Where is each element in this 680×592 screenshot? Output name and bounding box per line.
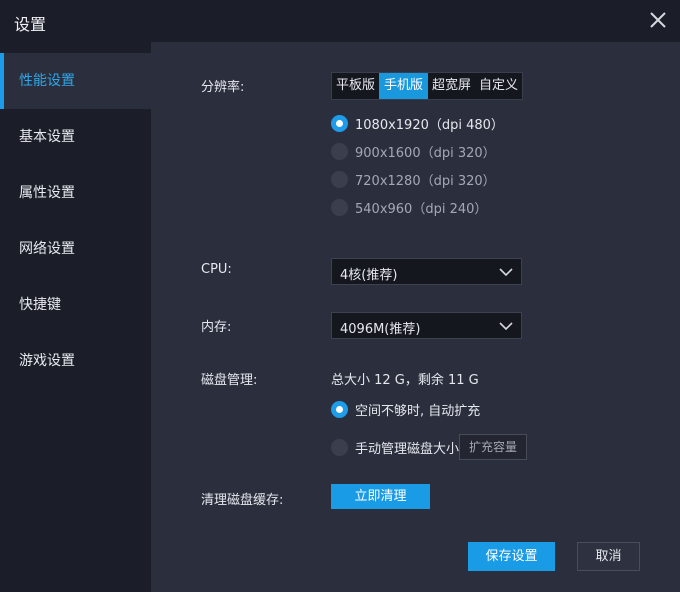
cpu-select[interactable]: 4核(推荐) — [331, 258, 522, 285]
sidebar-item-performance[interactable]: 性能设置 — [0, 53, 151, 109]
disk-summary: 总大小 12 G，剩余 11 G — [331, 373, 479, 388]
memory-label: 内存: — [201, 320, 232, 335]
radio-selected-icon — [331, 114, 348, 132]
radio-unselected-icon — [331, 438, 348, 456]
cpu-value: 4核(推荐) — [340, 268, 398, 283]
sidebar-item-network[interactable]: 网络设置 — [0, 221, 151, 277]
clear-cache-button[interactable]: 立即清理 — [331, 484, 430, 509]
memory-select[interactable]: 4096M(推荐) — [331, 312, 522, 339]
sidebar-item-game[interactable]: 游戏设置 — [0, 333, 151, 389]
tab-phone[interactable]: 手机版 — [379, 73, 428, 99]
resolution-option-540[interactable]: 540x960（dpi 240） — [331, 197, 487, 217]
resolution-option-label: 900x1600（dpi 320） — [355, 145, 496, 161]
resolution-option-label: 540x960（dpi 240） — [355, 201, 488, 217]
radio-unselected-icon — [331, 170, 348, 188]
resolution-option-900[interactable]: 900x1600（dpi 320） — [331, 141, 496, 161]
memory-value: 4096M(推荐) — [340, 322, 421, 337]
resolution-option-1080[interactable]: 1080x1920（dpi 480） — [331, 113, 504, 133]
disk-auto-expand-option[interactable]: 空间不够时, 自动扩充 — [331, 399, 480, 419]
sidebar-item-basic[interactable]: 基本设置 — [0, 109, 151, 165]
cpu-label: CPU: — [201, 262, 232, 277]
close-icon[interactable] — [648, 10, 668, 30]
sidebar: 性能设置 基本设置 属性设置 网络设置 快捷键 游戏设置 — [0, 42, 151, 592]
resolution-option-label: 720x1280（dpi 320） — [355, 173, 496, 189]
title-bar: 设置 — [0, 0, 680, 42]
resolution-tabs: 平板版 手机版 超宽屏 自定义 — [331, 72, 523, 100]
clear-cache-label: 清理磁盘缓存: — [201, 493, 284, 508]
disk-manual-label: 手动管理磁盘大小 — [355, 441, 460, 457]
cancel-button[interactable]: 取消 — [577, 542, 640, 571]
disk-label: 磁盘管理: — [201, 373, 258, 388]
chevron-down-icon — [499, 322, 513, 331]
radio-selected-icon — [331, 400, 348, 418]
radio-unselected-icon — [331, 198, 348, 216]
resolution-label: 分辨率: — [201, 80, 245, 95]
resolution-option-720[interactable]: 720x1280（dpi 320） — [331, 169, 496, 189]
tab-ultrawide[interactable]: 超宽屏 — [428, 73, 475, 99]
tab-custom[interactable]: 自定义 — [475, 73, 522, 99]
disk-manual-option[interactable]: 手动管理磁盘大小 — [331, 437, 459, 457]
sidebar-item-shortcuts[interactable]: 快捷键 — [0, 277, 151, 333]
window-title: 设置 — [14, 15, 47, 34]
save-button[interactable]: 保存设置 — [468, 542, 555, 571]
sidebar-item-properties[interactable]: 属性设置 — [0, 165, 151, 221]
expand-capacity-button[interactable]: 扩充容量 — [459, 434, 527, 460]
radio-unselected-icon — [331, 142, 348, 160]
resolution-option-label: 1080x1920（dpi 480） — [355, 117, 504, 133]
disk-auto-expand-label: 空间不够时, 自动扩充 — [355, 403, 481, 419]
chevron-down-icon — [499, 268, 513, 277]
tab-tablet[interactable]: 平板版 — [332, 73, 379, 99]
